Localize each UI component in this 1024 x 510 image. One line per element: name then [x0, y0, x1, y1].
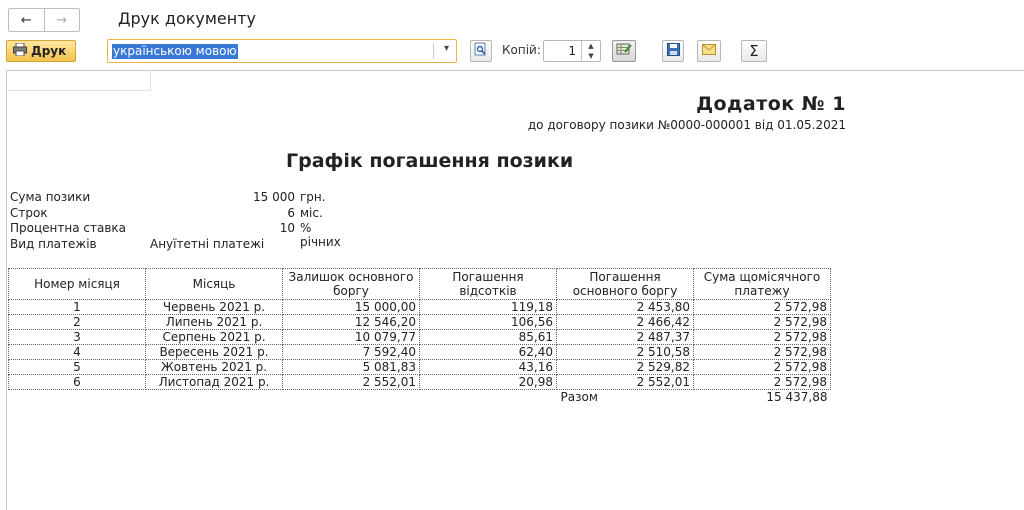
total-value: 15 437,88	[766, 390, 828, 404]
column-header: Сума щомісячного платежу	[693, 268, 831, 300]
info-label: Сума позики	[10, 190, 91, 204]
navigation-buttons: ← →	[8, 8, 80, 32]
info-label: Строк	[10, 206, 48, 220]
cell-month-number: 5	[8, 359, 146, 375]
grid-edit-icon	[616, 42, 632, 60]
cell-interest: 20,98	[419, 374, 557, 390]
cell-month-number: 6	[8, 374, 146, 390]
info-unit: міс.	[300, 206, 323, 220]
sigma-icon: Σ	[749, 42, 759, 60]
info-value: 6	[287, 206, 295, 220]
cell-interest: 106,56	[419, 314, 557, 330]
cell-month-number: 3	[8, 329, 146, 345]
send-email-button[interactable]	[697, 40, 721, 62]
cell-month: Вересень 2021 р.	[145, 344, 283, 360]
sum-button[interactable]: Σ	[741, 40, 767, 62]
cell-principal-repayment: 2 552,01	[556, 374, 694, 390]
language-select-value: українською мовою	[112, 44, 238, 59]
info-value: 15 000	[253, 190, 295, 204]
column-header: Погашення відсотків	[419, 268, 557, 300]
info-row: Строк 6 міс.	[10, 206, 323, 220]
cell-principal-repayment: 2 487,37	[556, 329, 694, 345]
language-select[interactable]: українською мовою ▾	[107, 39, 457, 63]
table-row: 4 Вересень 2021 р. 7 592,40 62,40 2 510,…	[8, 344, 831, 360]
cell-interest: 62,40	[419, 344, 557, 360]
table-row: 1 Червень 2021 р. 15 000,00 119,18 2 453…	[8, 299, 831, 315]
cell-month: Серпень 2021 р.	[145, 329, 283, 345]
forward-arrow-icon[interactable]: →	[45, 9, 80, 31]
cell-month: Липень 2021 р.	[145, 314, 283, 330]
addendum-title: Додаток № 1	[696, 93, 846, 115]
printer-icon	[13, 42, 27, 59]
table-header-row: Номер місяця Місяць Залишок основного бо…	[8, 268, 831, 300]
floppy-disk-icon	[666, 42, 680, 60]
info-row: Сума позики 15 000 грн.	[10, 190, 326, 204]
cell-month: Жовтень 2021 р.	[145, 359, 283, 375]
table-row: 6 Листопад 2021 р. 2 552,01 20,98 2 552,…	[8, 374, 831, 390]
cell-month-number: 2	[8, 314, 146, 330]
cell-principal-balance: 10 079,77	[282, 329, 420, 345]
print-button-label: Друк	[31, 44, 67, 58]
info-unit: % річних	[300, 221, 341, 249]
cell-monthly-payment: 2 572,98	[693, 299, 831, 315]
column-header: Місяць	[145, 268, 283, 300]
cell-principal-balance: 12 546,20	[282, 314, 420, 330]
column-header: Залишок основного боргу	[282, 268, 420, 300]
cell-monthly-payment: 2 572,98	[693, 329, 831, 345]
cell-principal-repayment: 2 510,58	[556, 344, 694, 360]
edit-mode-button[interactable]	[612, 40, 636, 62]
cell-principal-repayment: 2 453,80	[556, 299, 694, 315]
column-header: Погашення основного боргу	[556, 268, 694, 300]
cell-interest: 85,61	[419, 329, 557, 345]
repayment-schedule-table: Номер місяця Місяць Залишок основного бо…	[8, 268, 831, 404]
cell-interest: 43,16	[419, 359, 557, 375]
table-total-row: Разом 15 437,88	[9, 390, 831, 405]
chevron-down-icon[interactable]: ▾	[444, 43, 449, 54]
cell-month: Червень 2021 р.	[145, 299, 283, 315]
document-corner-cell	[8, 70, 151, 91]
select-divider	[433, 43, 434, 59]
cell-month-number: 1	[8, 299, 146, 315]
copies-label: Копій:	[502, 43, 541, 57]
copies-stepper[interactable]: 1 ▲ ▼	[543, 40, 601, 62]
magnifier-icon	[474, 42, 488, 60]
cell-principal-repayment: 2 466,42	[556, 314, 694, 330]
info-label: Процентна ставка	[10, 221, 126, 235]
cell-monthly-payment: 2 572,98	[693, 359, 831, 375]
info-row: Процентна ставка 10 % річних	[10, 221, 341, 249]
total-label: Разом	[560, 390, 598, 404]
cell-principal-balance: 2 552,01	[282, 374, 420, 390]
contract-reference: до договору позики №0000-000001 від 01.0…	[527, 118, 846, 132]
cell-monthly-payment: 2 572,98	[693, 344, 831, 360]
info-row: Вид платежів Ануїтетні платежі	[10, 237, 264, 251]
cell-month: Листопад 2021 р.	[145, 374, 283, 390]
preview-button[interactable]	[470, 40, 492, 62]
cell-principal-balance: 7 592,40	[282, 344, 420, 360]
cell-month-number: 4	[8, 344, 146, 360]
cell-principal-balance: 5 081,83	[282, 359, 420, 375]
copies-value: 1	[568, 44, 576, 58]
save-button[interactable]	[662, 40, 684, 62]
cell-monthly-payment: 2 572,98	[693, 374, 831, 390]
column-header: Номер місяця	[8, 268, 146, 300]
spin-arrows-icon[interactable]: ▲ ▼	[581, 41, 600, 61]
report-title: Графік погашення позики	[286, 150, 574, 172]
envelope-icon	[702, 43, 716, 59]
table-row: 5 Жовтень 2021 р. 5 081,83 43,16 2 529,8…	[8, 359, 831, 375]
info-label: Вид платежів	[10, 237, 97, 251]
table-row: 3 Серпень 2021 р. 10 079,77 85,61 2 487,…	[8, 329, 831, 345]
cell-principal-balance: 15 000,00	[282, 299, 420, 315]
cell-monthly-payment: 2 572,98	[693, 314, 831, 330]
print-button[interactable]: Друк	[6, 40, 76, 62]
table-row: 2 Липень 2021 р. 12 546,20 106,56 2 466,…	[8, 314, 831, 330]
window-title: Друк документу	[118, 9, 257, 28]
cell-principal-repayment: 2 529,82	[556, 359, 694, 375]
info-unit: грн.	[300, 190, 326, 204]
back-arrow-icon[interactable]: ←	[9, 9, 45, 31]
info-value: Ануїтетні платежі	[150, 237, 265, 251]
cell-interest: 119,18	[419, 299, 557, 315]
info-value: 10	[279, 221, 295, 235]
